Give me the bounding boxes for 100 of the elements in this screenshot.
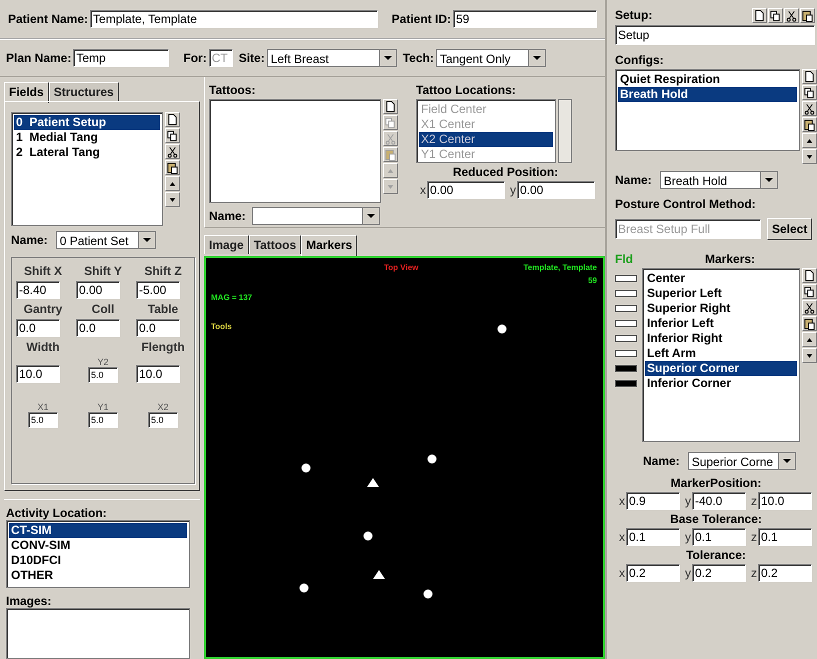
angle-field[interactable]: 0.0 — [16, 319, 60, 337]
clipboard-icon[interactable] — [800, 8, 815, 23]
angle-field[interactable]: 0.0 — [136, 319, 180, 337]
marker-item[interactable]: Superior Corner — [645, 361, 797, 376]
plan-name-field[interactable]: Temp — [73, 49, 170, 67]
marker-dot[interactable] — [428, 454, 436, 464]
clipboard-icon[interactable] — [383, 147, 398, 162]
position-field[interactable]: 0.2 — [692, 564, 746, 582]
marker-name-dropdown[interactable]: Superior Corne — [688, 452, 796, 470]
view-canvas[interactable]: Top View Template, Template 59 MAG = 137 Tools — [204, 256, 605, 659]
axis-label: z — [751, 530, 757, 544]
jaw-label: X1 — [37, 402, 48, 412]
marker-dot[interactable] — [498, 324, 506, 334]
section-label: Activity Location: — [6, 506, 108, 520]
setup-field[interactable]: Setup — [615, 25, 815, 45]
jaw-field[interactable]: 5.0 — [88, 367, 118, 383]
scissors-icon[interactable] — [802, 300, 817, 315]
tech-dropdown[interactable]: Tangent Only — [436, 49, 546, 67]
page-icon[interactable] — [802, 268, 817, 283]
section-label: Tattoo Locations: — [416, 83, 517, 97]
marker-item[interactable]: Center — [645, 271, 797, 286]
tattoo-name-dropdown[interactable] — [252, 207, 380, 225]
position-field[interactable]: 0.2 — [626, 564, 680, 582]
location-item[interactable]: CT-SIM — [9, 523, 187, 538]
field-item[interactable]: 2 Lateral Tang — [14, 145, 160, 160]
axis-label: y — [685, 530, 691, 544]
marker-triangle[interactable] — [373, 570, 385, 579]
section-label: Tattoos: — [209, 83, 256, 97]
marker-item[interactable]: Superior Left — [645, 286, 797, 301]
location-item[interactable]: OTHER — [9, 568, 187, 583]
marker-triangle[interactable] — [367, 478, 379, 487]
site-dropdown[interactable]: Left Breast — [266, 49, 397, 67]
field-name-dropdown[interactable]: 0 Patient Set — [56, 231, 156, 249]
shift-field[interactable]: -8.40 — [16, 281, 60, 299]
parameter-label: Table — [148, 302, 178, 316]
page-icon[interactable] — [165, 112, 180, 127]
config-name-dropdown[interactable]: Breath Hold — [660, 171, 778, 189]
shift-field[interactable]: -5.00 — [136, 281, 180, 299]
parameter-label: Shift Y — [84, 264, 122, 278]
position-field[interactable]: 0.1 — [692, 528, 746, 546]
marker-dot[interactable] — [364, 532, 372, 540]
tab[interactable]: Tattoos — [248, 235, 302, 254]
axis-label: x — [619, 494, 625, 508]
page-icon[interactable] — [383, 99, 398, 114]
flength-field[interactable]: 10.0 — [136, 365, 180, 383]
copy-icon[interactable] — [802, 85, 817, 100]
jaw-field[interactable]: 5.0 — [28, 412, 58, 428]
marker-item[interactable]: Left Arm — [645, 346, 797, 361]
field-label: Name: — [615, 173, 652, 187]
scissors-icon[interactable] — [784, 8, 799, 23]
jaw-field[interactable]: 5.0 — [88, 412, 118, 428]
axis-label: y — [510, 183, 516, 197]
location-item[interactable]: D10DFCI — [9, 553, 187, 568]
patient-id-field[interactable]: 59 — [453, 10, 597, 28]
section-label: Images: — [6, 594, 52, 608]
scrollbar[interactable] — [558, 99, 572, 163]
marker-dot[interactable] — [302, 464, 310, 472]
location-item[interactable]: CONV-SIM — [9, 538, 187, 553]
position-field[interactable]: 0.1 — [758, 528, 812, 546]
axis-label: x — [619, 566, 625, 580]
field-item[interactable]: 1 Medial Tang — [14, 130, 160, 145]
axis-label: z — [751, 566, 757, 580]
copy-icon[interactable] — [802, 284, 817, 299]
position-field[interactable]: -40.0 — [692, 492, 746, 510]
marker-item[interactable]: Superior Right — [645, 301, 797, 316]
parameter-label: Shift X — [24, 264, 62, 278]
tab[interactable]: Structures — [48, 82, 119, 101]
patient-name-field[interactable]: Template, Template — [90, 10, 378, 28]
scissors-icon[interactable] — [165, 144, 180, 159]
page-icon[interactable] — [802, 69, 817, 84]
field-item[interactable]: 0 Patient Setup — [14, 115, 160, 130]
copy-icon[interactable] — [768, 8, 783, 23]
caret-icon — [760, 172, 777, 188]
position-field[interactable]: 0.00 — [427, 181, 505, 199]
tab[interactable]: Fields — [4, 82, 49, 103]
clipboard-icon[interactable] — [802, 117, 817, 132]
marker-dot[interactable] — [424, 590, 432, 598]
shift-field[interactable]: 0.00 — [76, 281, 120, 299]
jaw-field[interactable]: 5.0 — [148, 412, 178, 428]
scissors-icon[interactable] — [802, 101, 817, 116]
clipboard-icon[interactable] — [802, 316, 817, 331]
copy-icon[interactable] — [165, 128, 180, 143]
config-item[interactable]: Breath Hold — [618, 87, 797, 102]
tab[interactable]: Image — [204, 235, 249, 254]
position-field[interactable]: 10.0 — [758, 492, 812, 510]
config-item[interactable]: Quiet Respiration — [618, 72, 797, 87]
clipboard-icon[interactable] — [165, 160, 180, 175]
position-field[interactable]: 0.2 — [758, 564, 812, 582]
marker-dot[interactable] — [300, 584, 308, 592]
marker-item[interactable]: Inferior Right — [645, 331, 797, 346]
page-icon[interactable] — [752, 8, 767, 23]
position-field[interactable]: 0.9 — [626, 492, 680, 510]
jaw-label: Y2 — [97, 357, 108, 367]
position-field[interactable]: 0.00 — [517, 181, 595, 199]
width-field[interactable]: 10.0 — [16, 365, 60, 383]
angle-field[interactable]: 0.0 — [76, 319, 120, 337]
marker-item[interactable]: Inferior Corner — [645, 376, 797, 391]
position-field[interactable]: 0.1 — [626, 528, 680, 546]
marker-item[interactable]: Inferior Left — [645, 316, 797, 331]
tab[interactable]: Markers — [301, 235, 358, 256]
